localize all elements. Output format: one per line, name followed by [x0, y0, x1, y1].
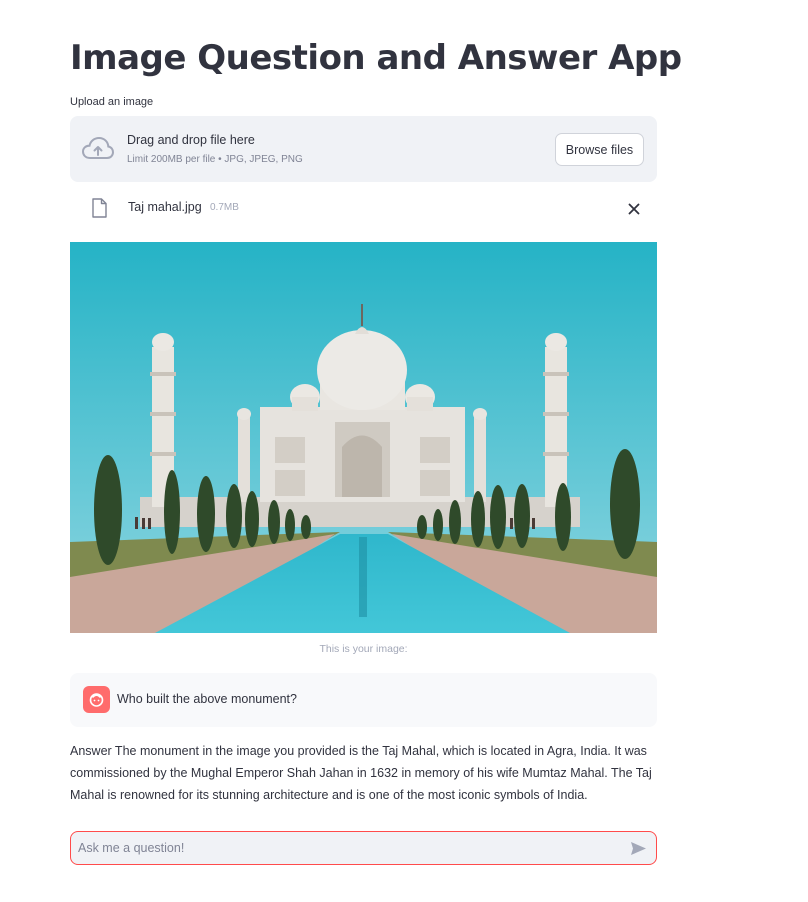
file-name: Taj mahal.jpg [128, 200, 202, 214]
file-icon [92, 198, 107, 218]
chat-input-container[interactable] [70, 831, 657, 865]
browse-files-button[interactable]: Browse files [555, 133, 644, 166]
send-icon[interactable] [630, 841, 647, 856]
dropzone-limit: Limit 200MB per file • JPG, JPEG, PNG [127, 154, 303, 165]
avatar [83, 686, 110, 713]
assistant-answer: Answer The monument in the image you pro… [70, 744, 652, 802]
cloud-upload-icon [82, 136, 114, 159]
close-icon[interactable] [627, 202, 641, 216]
upload-label: Upload an image [70, 96, 154, 108]
user-avatar-icon [89, 693, 104, 707]
chat-input[interactable] [78, 838, 618, 858]
file-dropzone[interactable]: Drag and drop file here Limit 200MB per … [70, 116, 657, 182]
user-message-text: Who built the above monument? [117, 692, 297, 706]
dropzone-instructions: Drag and drop file here [127, 133, 255, 147]
file-size: 0.7MB [210, 202, 239, 213]
uploaded-file-item: Taj mahal.jpg 0.7MB [70, 194, 657, 224]
user-chat-message: Who built the above monument? [70, 673, 657, 727]
uploaded-image [70, 242, 657, 633]
page-title: Image Question and Answer App [70, 38, 682, 78]
image-caption: This is your image: [319, 643, 408, 655]
